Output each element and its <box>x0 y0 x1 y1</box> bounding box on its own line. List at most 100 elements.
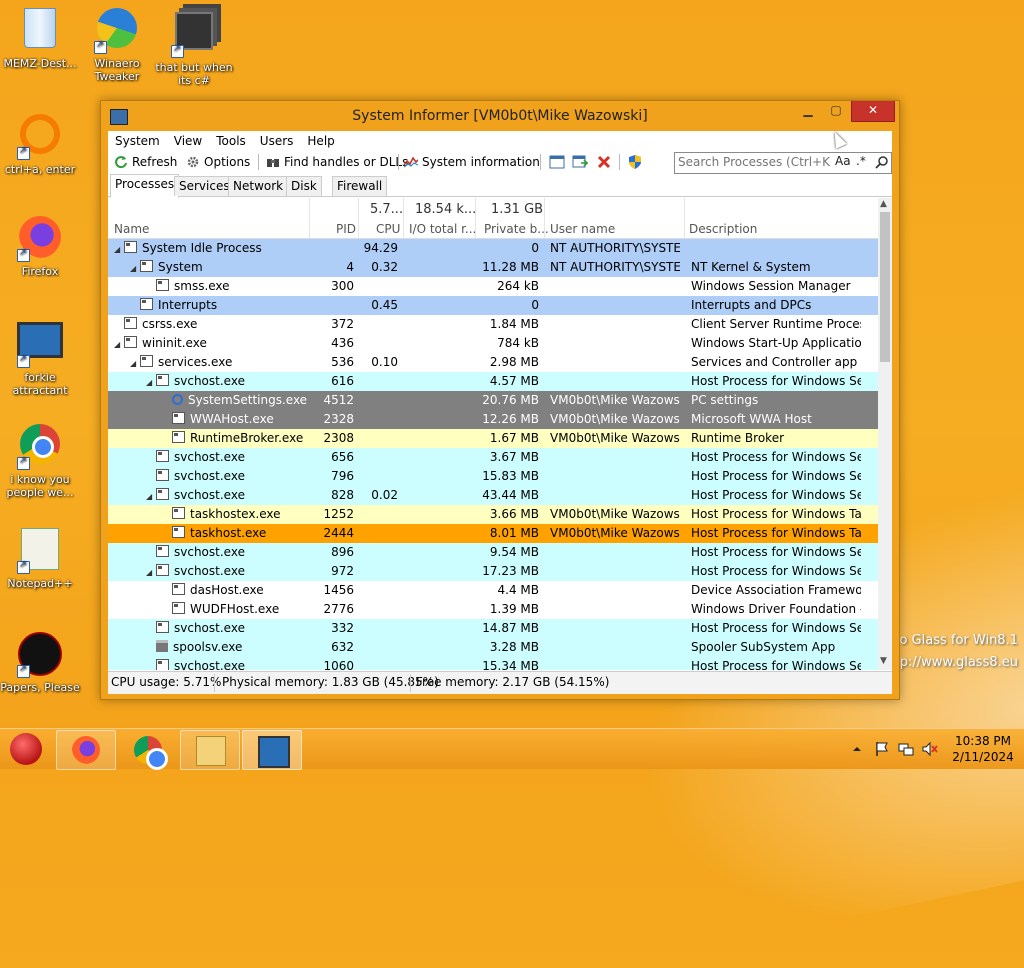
network-icon[interactable] <box>898 741 914 757</box>
refresh-button[interactable]: Refresh <box>114 151 177 173</box>
taskbar-firefox[interactable] <box>56 730 116 770</box>
process-row[interactable]: smss.exe 300 264 kB Windows Session Manager <box>108 277 878 296</box>
tray-overflow-chevron-icon[interactable] <box>852 744 862 754</box>
action-center-flag-icon[interactable] <box>874 741 890 757</box>
scroll-thumb[interactable] <box>880 212 890 362</box>
process-row[interactable]: svchost.exe 796 15.83 MB Host Process for W… <box>108 467 878 486</box>
column-divider[interactable] <box>309 198 310 238</box>
process-row[interactable]: svchost.exe 1060 15.34 MB Host Process for … <box>108 657 878 670</box>
terminate-x-icon[interactable] <box>596 154 612 170</box>
close-button[interactable]: ✕ <box>851 101 895 122</box>
column-private-bytes[interactable]: Private b... <box>484 222 549 236</box>
tab-processes[interactable]: Processes <box>110 174 180 198</box>
process-row[interactable]: ◢ svchost.exe 616 4.57 MB Host Process for W… <box>108 372 878 391</box>
system-informer-window[interactable]: System Informer [VM0b0t\Mike Wazowski] ▁… <box>100 100 900 700</box>
tree-expand-icon[interactable]: ◢ <box>146 563 156 582</box>
desktop-icon-winaero[interactable]: Winaero Tweaker <box>77 8 157 83</box>
desktop-icon-ctrl-a[interactable]: ctrl+a, enter <box>0 112 80 176</box>
column-user-name[interactable]: User name <box>550 222 615 236</box>
process-row[interactable]: Interrupts 0.45 0 Interrupts and DPCs <box>108 296 878 315</box>
process-row[interactable]: WWAHost.exe 2328 12.26 MB VM0b0t\Mike Wazow… <box>108 410 878 429</box>
volume-muted-icon[interactable] <box>922 741 938 757</box>
uac-shield-icon[interactable] <box>627 154 643 170</box>
column-divider[interactable] <box>403 198 404 238</box>
tree-expand-icon[interactable]: ◢ <box>146 373 156 392</box>
menu-tools[interactable]: Tools <box>209 131 253 151</box>
tab-disk[interactable]: Disk <box>286 176 322 196</box>
column-divider[interactable] <box>684 198 685 238</box>
recycle-bin-icon <box>17 8 63 54</box>
process-row[interactable]: dasHost.exe 1456 4.4 MB Device Association … <box>108 581 878 600</box>
process-private-bytes: 8.01 MB <box>489 526 539 540</box>
process-row[interactable]: ◢ System Idle Process 94.29 0 NT AUTHORITY\S… <box>108 239 878 258</box>
vertical-scrollbar[interactable]: ▲ ▼ <box>878 198 892 670</box>
process-row[interactable]: SystemSettings.exe 4512 20.76 MB VM0b0t\Mik… <box>108 391 878 410</box>
desktop-icon-forkie[interactable]: forkie attractant <box>0 318 80 397</box>
taskbar-system-informer[interactable] <box>242 730 302 770</box>
tree-expand-icon[interactable]: ◢ <box>114 335 124 354</box>
scroll-down-icon[interactable]: ▼ <box>880 656 887 666</box>
process-row[interactable]: svchost.exe 656 3.67 MB Host Process for Wi… <box>108 448 878 467</box>
tab-services[interactable]: Services <box>174 176 235 196</box>
process-row[interactable]: taskhost.exe 2444 8.01 MB VM0b0t\Mike Wazow… <box>108 524 878 543</box>
desktop-icon-that-but-when[interactable]: that but when its c# <box>154 8 234 87</box>
regex-toggle[interactable]: .* <box>856 154 866 168</box>
menu-system[interactable]: System <box>108 131 167 151</box>
process-private-bytes: 1.39 MB <box>489 602 539 616</box>
window-icon[interactable] <box>549 154 565 170</box>
process-row[interactable]: taskhostex.exe 1252 3.66 MB VM0b0t\Mike Waz… <box>108 505 878 524</box>
column-cpu[interactable]: CPU <box>376 222 400 236</box>
process-row[interactable]: spoolsv.exe 632 3.28 MB Spooler SubSystem A… <box>108 638 878 657</box>
minimize-button[interactable]: ▁ <box>795 101 821 121</box>
process-tree[interactable]: 5.7... 18.54 k... 1.31 GB Name PID CPU I… <box>108 198 878 670</box>
column-divider[interactable] <box>358 198 359 238</box>
desktop-icon-firefox[interactable]: Firefox <box>0 216 80 278</box>
column-io-total[interactable]: I/O total r... <box>409 222 476 236</box>
tree-expand-icon[interactable]: ◢ <box>130 354 140 373</box>
tab-firewall[interactable]: Firewall <box>332 176 388 196</box>
search-processes-box[interactable]: Aa .* <box>674 152 892 174</box>
menu-help[interactable]: Help <box>300 131 341 151</box>
tree-expand-icon[interactable]: ◢ <box>130 259 140 278</box>
column-name[interactable]: Name <box>114 222 149 236</box>
tree-expand-icon[interactable]: ◢ <box>146 487 156 506</box>
process-row[interactable]: RuntimeBroker.exe 2308 1.67 MB VM0b0t\Mike … <box>108 429 878 448</box>
maximize-button[interactable]: ▢ <box>823 101 849 121</box>
tree-expand-icon[interactable]: ◢ <box>114 240 124 259</box>
column-pid[interactable]: PID <box>336 222 356 236</box>
menu-users[interactable]: Users <box>253 131 301 151</box>
tab-network[interactable]: Network <box>228 176 289 196</box>
taskbar-chrome[interactable] <box>118 730 178 770</box>
system-information-button[interactable]: System information <box>404 151 540 173</box>
process-row[interactable]: ◢ services.exe 536 0.10 2.98 MB Services and … <box>108 353 878 372</box>
process-row[interactable]: ◢ wininit.exe 436 784 kB Windows Start-Up Ap… <box>108 334 878 353</box>
find-handles-button[interactable]: Find handles or DLLs <box>266 151 408 173</box>
title-bar[interactable]: System Informer [VM0b0t\Mike Wazowski] ▁… <box>101 101 899 131</box>
column-divider[interactable] <box>475 198 476 238</box>
process-row[interactable]: ◢ System 4 0.32 11.28 MB NT AUTHORITY\SYSTEM N… <box>108 258 878 277</box>
process-row[interactable]: ◢ svchost.exe 972 17.23 MB Host Process for … <box>108 562 878 581</box>
window-go-icon[interactable] <box>572 154 588 170</box>
options-button[interactable]: Options <box>186 151 250 173</box>
process-name-cell: ◢ wininit.exe <box>114 334 207 354</box>
process-row[interactable]: svchost.exe 332 14.87 MB Host Process for W… <box>108 619 878 638</box>
taskbar-file-explorer[interactable] <box>180 730 240 770</box>
menu-view[interactable]: View <box>167 131 209 151</box>
desktop-icon-notepadpp[interactable]: Notepad++ <box>0 528 80 590</box>
process-row[interactable]: svchost.exe 896 9.54 MB Host Process for Wi… <box>108 543 878 562</box>
match-case-toggle[interactable]: Aa <box>835 154 851 168</box>
start-orb-icon[interactable] <box>10 733 42 765</box>
system-clock[interactable]: 10:38 PM 2/11/2024 <box>948 733 1018 765</box>
column-description[interactable]: Description <box>689 222 757 236</box>
process-row[interactable]: WUDFHost.exe 2776 1.39 MB Windows Driver Fo… <box>108 600 878 619</box>
desktop-icon-memz[interactable]: MEMZ-Dest... <box>0 8 80 70</box>
process-row[interactable]: ◢ svchost.exe 828 0.02 43.44 MB Host Process … <box>108 486 878 505</box>
desktop-icon-papers-please[interactable]: Papers, Please <box>0 632 80 694</box>
search-icon[interactable] <box>875 155 889 169</box>
desktop-icon-i-know-you[interactable]: i know you people we... <box>0 424 80 499</box>
process-private-bytes: 4.57 MB <box>489 374 539 388</box>
column-divider[interactable] <box>544 198 545 238</box>
search-processes-input[interactable] <box>675 153 833 171</box>
scroll-up-icon[interactable]: ▲ <box>880 199 887 209</box>
process-row[interactable]: csrss.exe 372 1.84 MB Client Server Runtime… <box>108 315 878 334</box>
